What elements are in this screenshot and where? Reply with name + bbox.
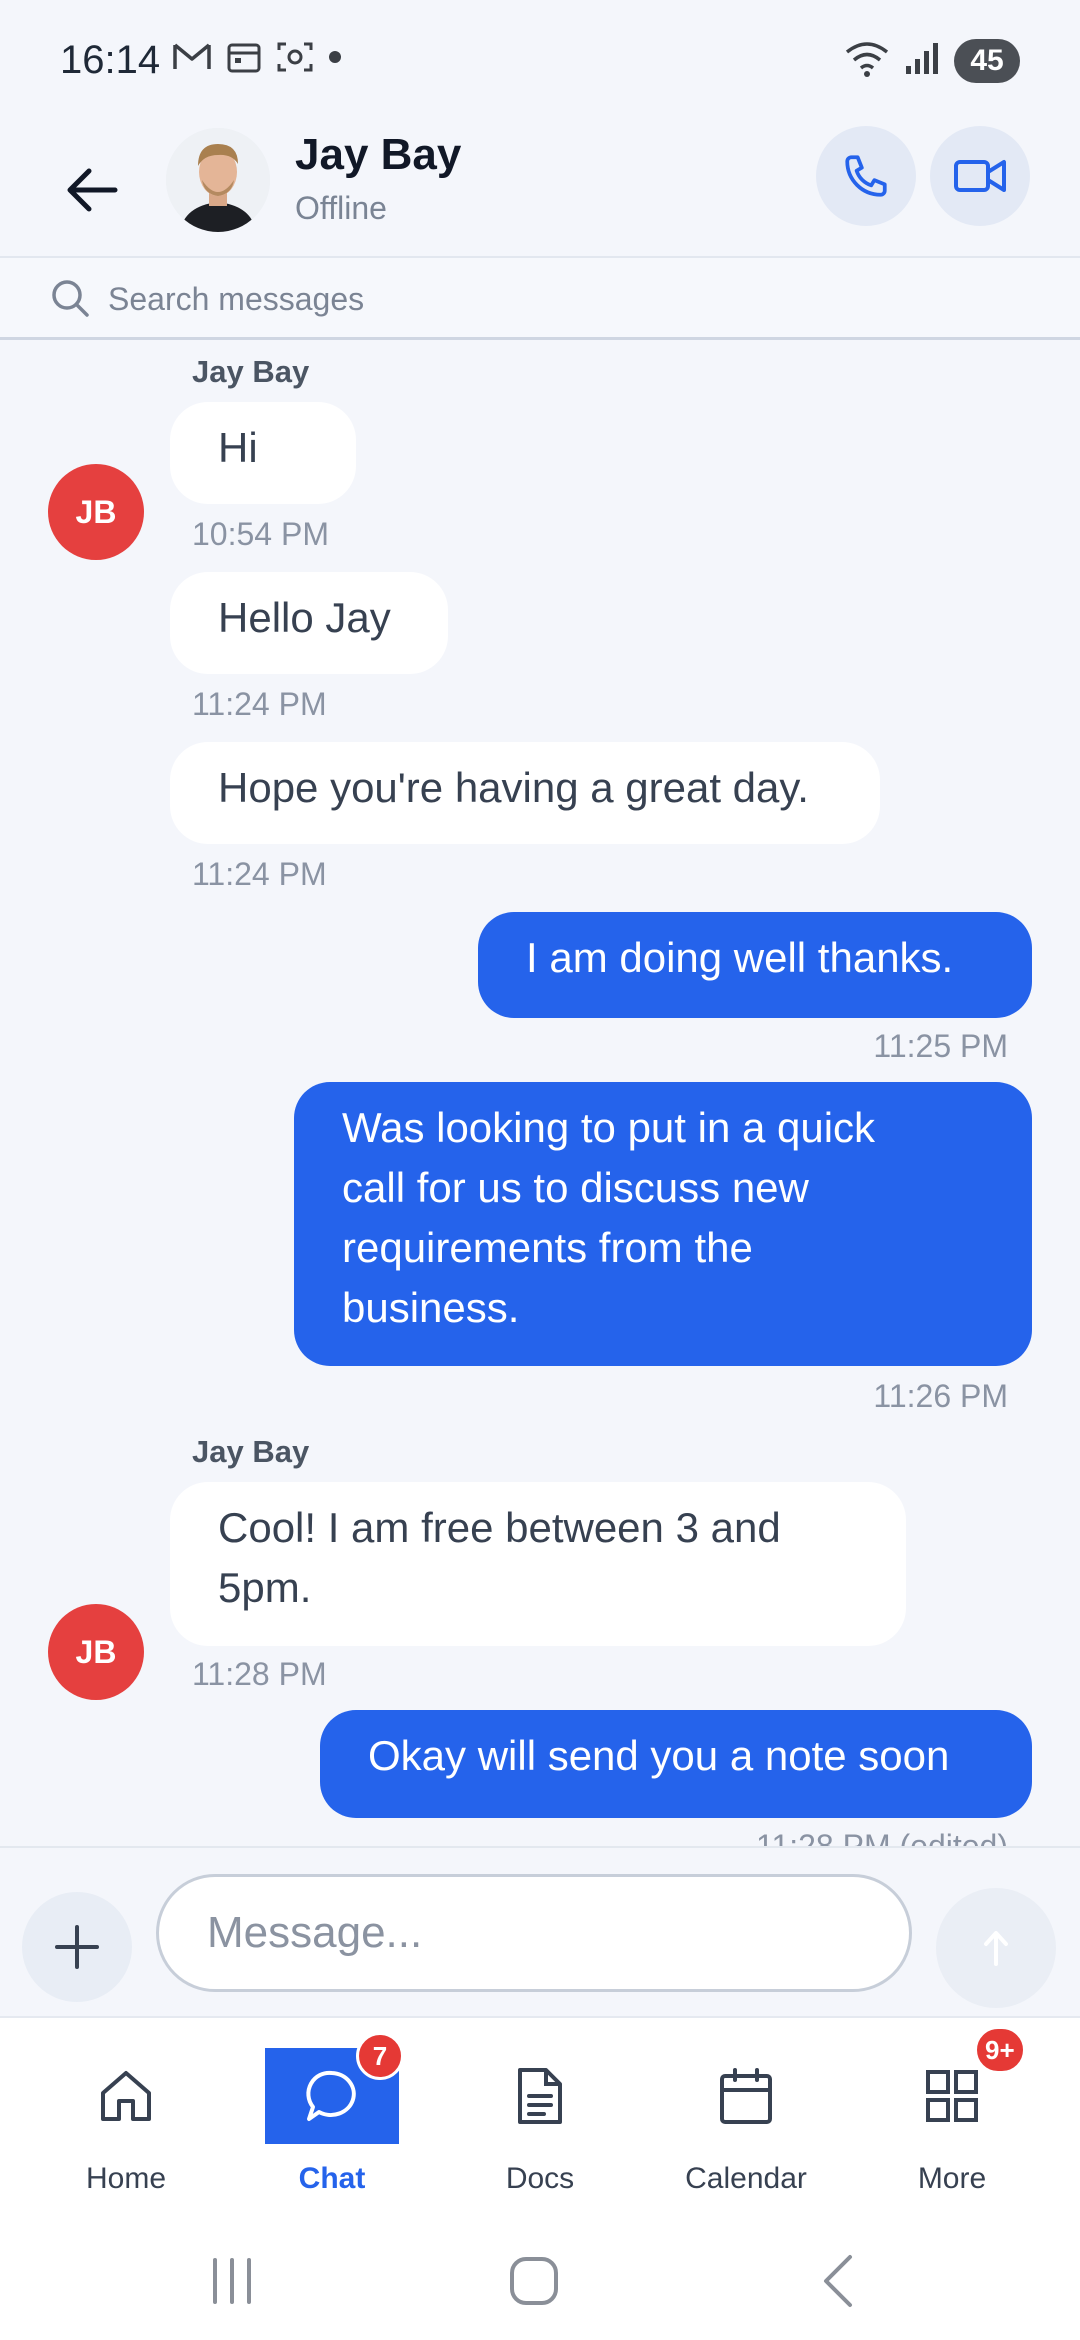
message-list[interactable]: Jay Bay JB Hi 10:54 PM Hello Jay 11:24 P… [0,340,1080,1846]
message-time: 11:26 PM [873,1378,1008,1414]
message-bubble-outgoing[interactable]: Okay will send you a note soon [320,1710,1032,1818]
nav-item-home[interactable]: Home [26,2018,226,2218]
message-bubble-incoming[interactable]: Cool! I am free between 3 and 5pm. [170,1482,906,1646]
battery-indicator: 45 [954,38,1020,83]
chat-unread-badge: 7 [356,2032,404,2080]
message-time: 11:25 PM [873,1028,1008,1064]
attach-button[interactable] [22,1892,132,2002]
contact-name: Jay Bay [295,130,462,179]
nav-item-more[interactable]: 9+ More [852,2018,1052,2218]
message-time: 11:24 PM [192,856,327,892]
nav-label: Docs [505,2162,575,2195]
contact-avatar[interactable] [166,128,270,232]
nav-item-chat[interactable]: 7 Chat [232,2018,432,2218]
signal-icon [904,40,940,81]
more-notification-badge: 9+ [974,2026,1026,2074]
system-navigation-bar [0,2216,1080,2340]
message-time: 11:28 PM (edited) [756,1828,1008,1846]
arrow-left-icon [67,168,118,212]
message-bubble-incoming[interactable]: Hope you're having a great day. [170,742,880,844]
wifi-icon [844,38,890,83]
calendar-notification-icon [226,40,262,74]
back-system-button[interactable] [778,2246,898,2316]
screenshot-icon [276,40,314,74]
message-time: 11:24 PM [192,686,327,722]
message-bubble-outgoing[interactable]: I am doing well thanks. [478,912,1032,1018]
video-call-button[interactable] [930,126,1030,226]
plus-icon [55,1925,99,1969]
message-time: 10:54 PM [192,516,329,552]
nav-icon-container [473,2048,607,2144]
grid-icon [926,2070,978,2122]
video-camera-icon [954,160,1006,192]
dot-icon [328,50,342,64]
calendar-icon [720,2068,772,2124]
sender-avatar[interactable]: JB [48,1604,144,1700]
recent-apps-button[interactable] [172,2246,292,2316]
nav-label: Chat [298,2162,366,2195]
sender-avatar[interactable]: JB [48,464,144,560]
search-icon [50,278,90,323]
nav-label: Calendar [685,2162,807,2195]
chat-header: Jay Bay Offline [0,120,1080,256]
message-bubble-outgoing[interactable]: Was looking to put in a quick call for u… [294,1082,1032,1366]
search-messages-input[interactable] [108,274,1008,324]
document-icon [518,2068,562,2124]
recent-apps-icon [213,2258,251,2304]
notification-icons [172,40,342,74]
chat-icon [306,2070,356,2121]
message-input[interactable] [156,1874,912,1992]
contact-status: Offline [295,190,387,226]
home-square-icon [510,2257,558,2305]
system-status-icons: 45 [844,38,1020,83]
back-button[interactable] [60,158,124,222]
chevron-left-icon [824,2255,852,2307]
nav-label: Home [85,2162,167,2195]
arrow-up-icon [984,1931,1008,1966]
bottom-navigation: Home 7 Chat Docs Calendar 9+ More [0,2016,1080,2216]
home-icon [101,2071,151,2121]
status-bar: 16:14 45 [0,0,1080,120]
message-composer [0,1846,1080,2016]
voice-call-button[interactable] [816,126,916,226]
status-time: 16:14 [60,38,161,82]
chat-screen: 16:14 45 Jay Bay Offline Search messages… [0,0,1080,2340]
nav-icon-container [679,2048,813,2144]
nav-icon-container [59,2048,193,2144]
nav-item-calendar[interactable]: Calendar [646,2018,846,2218]
gmail-icon [172,41,212,73]
nav-label: More [917,2162,987,2195]
phone-icon [845,155,887,197]
search-bar [0,256,1080,340]
sender-name: Jay Bay [192,1434,310,1469]
home-system-button[interactable] [474,2246,594,2316]
nav-item-docs[interactable]: Docs [440,2018,640,2218]
send-button[interactable] [936,1888,1056,2008]
sender-name: Jay Bay [192,354,310,389]
message-time: 11:28 PM [192,1656,327,1692]
message-bubble-incoming[interactable]: Hello Jay [170,572,448,674]
message-bubble-incoming[interactable]: Hi [170,402,356,504]
